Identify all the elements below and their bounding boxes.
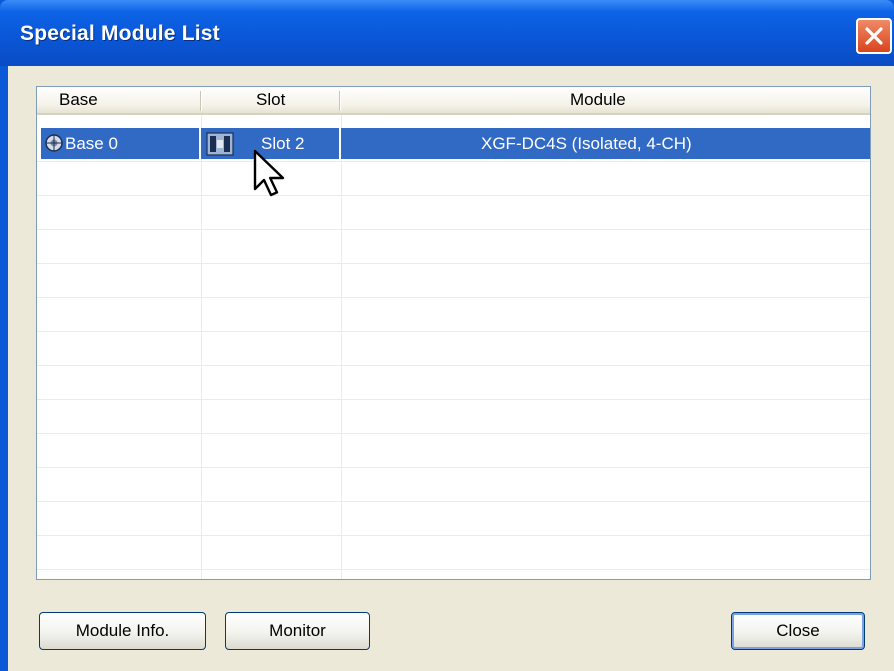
- table-row[interactable]: [37, 366, 870, 400]
- table-row[interactable]: [37, 468, 870, 502]
- dialog-client-area: Base Slot Module Base 0 Slot 2 XGF-DC4S …: [8, 66, 894, 671]
- table-row[interactable]: [37, 298, 870, 332]
- selected-table-row[interactable]: Base 0 Slot 2 XGF-DC4S (Isolated, 4-CH): [41, 128, 870, 159]
- table-row[interactable]: [37, 434, 870, 468]
- column-divider[interactable]: [339, 91, 340, 111]
- monitor-button[interactable]: Monitor: [225, 612, 370, 650]
- column-header-base[interactable]: Base: [59, 87, 98, 113]
- window-title: Special Module List: [20, 22, 220, 45]
- close-button[interactable]: Close: [731, 612, 865, 650]
- module-info-button[interactable]: Module Info.: [39, 612, 206, 650]
- module-list[interactable]: Base Slot Module Base 0 Slot 2 XGF-DC4S …: [36, 86, 871, 580]
- table-row[interactable]: [37, 536, 870, 570]
- table-row[interactable]: [37, 196, 870, 230]
- table-row[interactable]: [37, 502, 870, 536]
- slot-module-icon: [205, 132, 235, 161]
- list-header: Base Slot Module: [37, 87, 870, 115]
- column-header-slot[interactable]: Slot: [256, 87, 285, 113]
- table-row[interactable]: [37, 400, 870, 434]
- title-bar[interactable]: Special Module List: [0, 0, 894, 66]
- base-icon: [43, 132, 65, 159]
- column-header-module[interactable]: Module: [570, 87, 626, 113]
- close-icon[interactable]: [856, 18, 892, 54]
- table-row[interactable]: [37, 332, 870, 366]
- table-row[interactable]: [37, 264, 870, 298]
- table-row[interactable]: [37, 162, 870, 196]
- cell-module: XGF-DC4S (Isolated, 4-CH): [481, 134, 692, 153]
- cell-base: Base 0: [65, 134, 118, 153]
- mouse-pointer-icon: [253, 149, 293, 206]
- column-divider[interactable]: [200, 91, 201, 111]
- special-module-list-dialog: Special Module List Base Slot Module Bas…: [0, 0, 894, 671]
- grid-line: [339, 128, 341, 159]
- table-row[interactable]: [37, 230, 870, 264]
- grid-line: [199, 128, 201, 159]
